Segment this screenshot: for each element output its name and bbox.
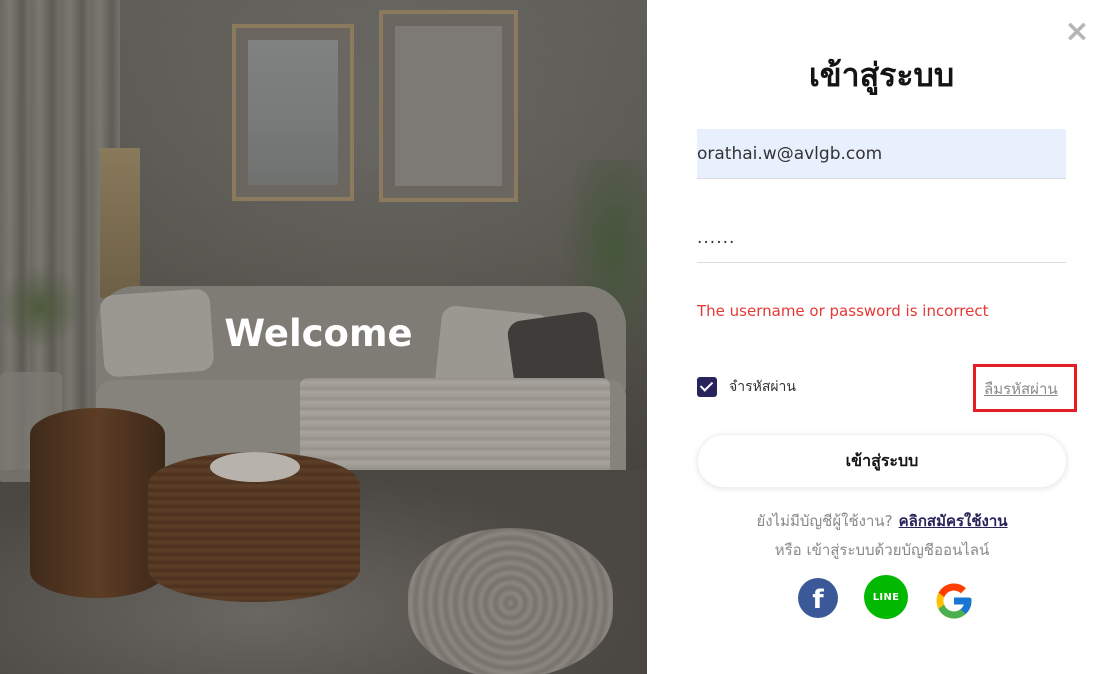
password-field[interactable] [697,213,1066,263]
line-icon: LINE [872,591,900,603]
wall-frame-right [379,10,518,202]
email-field[interactable] [697,129,1066,179]
login-button[interactable]: เข้าสู่ระบบ [697,434,1067,488]
remember-label: จำรหัสผ่าน [729,379,796,395]
line-login-button[interactable]: LINE [864,575,908,619]
page-title: เข้าสู่ระบบ [808,56,955,94]
side-table-image [30,408,165,598]
throw-blanket-image [300,378,610,478]
floor-lamp-image [100,148,140,298]
facebook-icon: f [812,585,824,615]
hero-photo: Welcome [0,0,647,674]
wall-frame-left [232,24,354,201]
social-login-prompt: หรือ เข้าสู่ระบบด้วยบัญชีออนไลน์ [774,541,990,559]
error-message: The username or password is incorrect [697,302,989,320]
login-panel [647,0,1101,674]
forgot-password-link[interactable]: ลืมรหัสผ่าน [984,377,1058,401]
pouf-image [408,528,613,674]
close-icon[interactable]: × [1064,17,1090,47]
google-icon [936,583,972,619]
welcome-heading: Welcome [224,312,413,355]
no-account-text: ยังไม่มีบัญชีผู้ใช้งาน? [756,512,893,530]
facebook-login-button[interactable]: f [798,578,838,618]
signup-prompt: ยังไม่มีบัญชีผู้ใช้งาน? คลิกสมัครใช้งาน [697,509,1067,533]
signup-link[interactable]: คลิกสมัครใช้งาน [899,512,1008,530]
google-login-button[interactable] [933,580,975,622]
remember-me[interactable]: จำรหัสผ่าน [697,376,796,398]
bowl-image [210,452,300,482]
remember-checkbox[interactable] [697,377,717,397]
